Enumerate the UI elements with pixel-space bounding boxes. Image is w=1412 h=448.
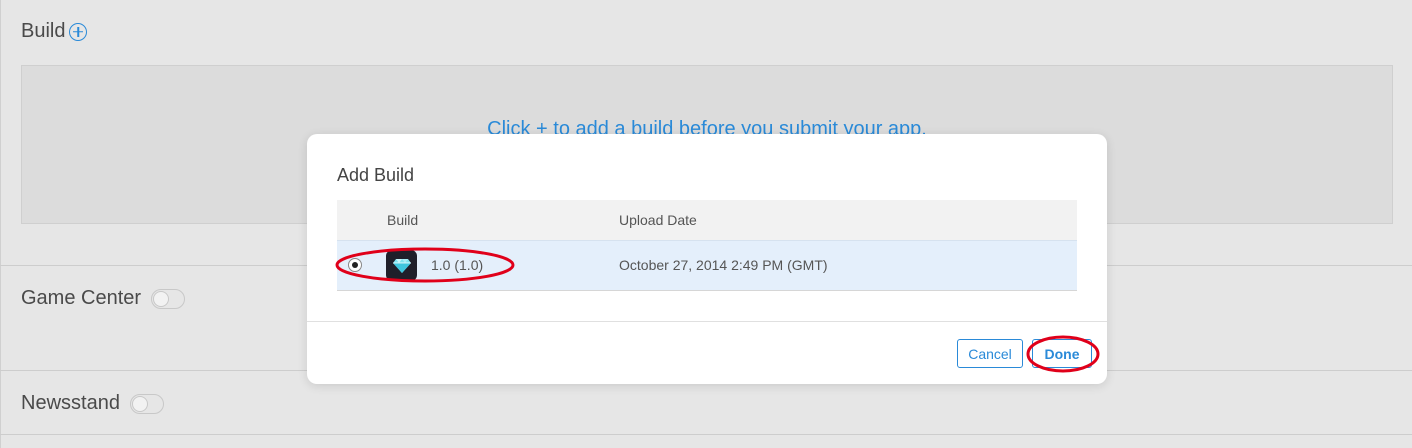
builds-table: Build Upload Date 1.0 (1.0) October 27, …	[337, 200, 1077, 291]
newsstand-label: Newsstand	[21, 392, 120, 414]
section-divider	[0, 434, 1412, 435]
table-row[interactable]: 1.0 (1.0) October 27, 2014 2:49 PM (GMT)	[337, 240, 1077, 291]
radio-selected-dot	[352, 262, 358, 268]
toggle-knob	[131, 395, 148, 412]
build-upload-date: October 27, 2014 2:49 PM (GMT)	[619, 257, 828, 273]
left-border	[0, 0, 1, 448]
column-header-build: Build	[387, 212, 419, 228]
build-version: 1.0 (1.0)	[431, 257, 484, 273]
build-section-title: Build	[21, 20, 66, 42]
add-build-dialog: Add Build Build Upload Date 1.0 (1.0) Oc…	[307, 134, 1107, 384]
dialog-title: Add Build	[337, 165, 415, 185]
table-header: Build Upload Date	[337, 200, 1077, 240]
game-center-row: Game Center	[21, 287, 186, 310]
done-button[interactable]: Done	[1032, 339, 1092, 368]
build-radio-button[interactable]	[348, 258, 362, 272]
game-center-label: Game Center	[21, 287, 142, 309]
cancel-button[interactable]: Cancel	[957, 339, 1023, 368]
dialog-footer-divider	[307, 321, 1107, 322]
toggle-knob	[153, 290, 170, 307]
build-section-header: Build	[21, 20, 88, 43]
newsstand-row: Newsstand	[21, 392, 164, 415]
plus-circle-icon[interactable]	[69, 22, 88, 41]
game-center-toggle[interactable]	[151, 288, 186, 309]
diamond-app-icon	[386, 250, 417, 281]
column-header-upload-date: Upload Date	[619, 212, 697, 228]
newsstand-toggle[interactable]	[129, 393, 164, 414]
